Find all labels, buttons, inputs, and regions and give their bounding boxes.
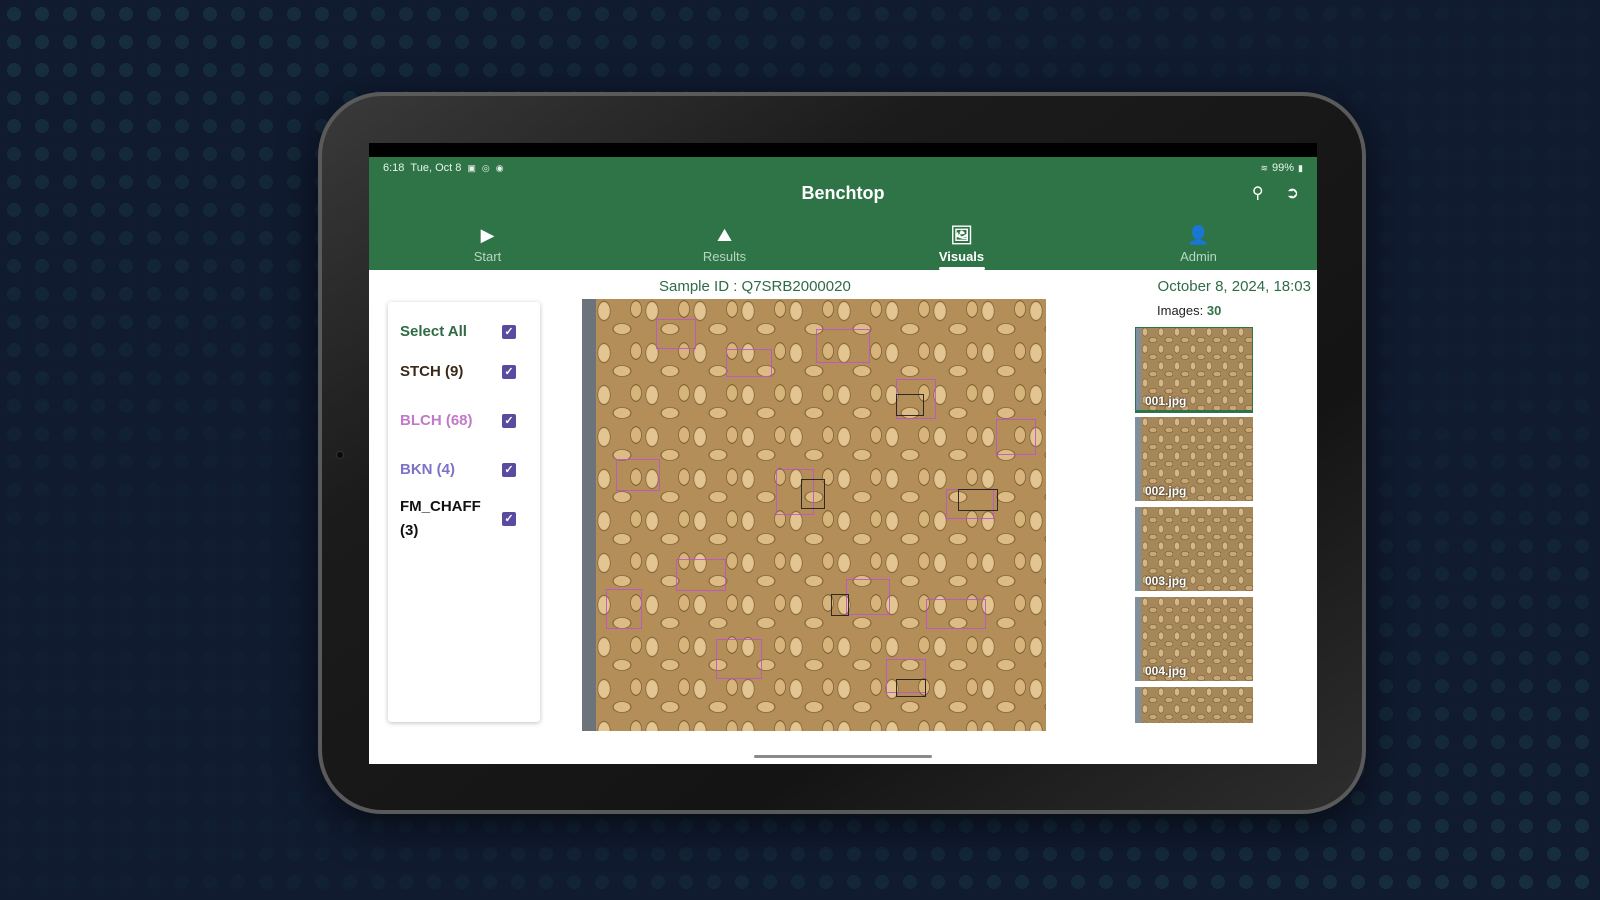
detection-box <box>996 419 1036 455</box>
target-notification-icon: ◉ <box>495 162 504 173</box>
detection-box <box>831 594 849 616</box>
sample-id: Sample ID : Q7SRB2000020 <box>659 278 851 295</box>
detection-box <box>606 589 642 629</box>
annotated-grain-image[interactable] <box>582 299 1046 731</box>
person-icon: 👤 <box>1187 225 1210 245</box>
filter-row-blch[interactable]: BLCH (68) ✓ <box>400 392 528 450</box>
filter-row-select-all[interactable]: Select All ✓ <box>400 312 528 352</box>
sample-id-value: Q7SRB2000020 <box>741 278 851 295</box>
detection-box <box>958 489 998 511</box>
detection-box <box>656 319 696 349</box>
filter-row-fm-chaff[interactable]: FM_CHAFF (3) ✓ <box>400 490 528 548</box>
battery-percent: 99% <box>1272 162 1295 174</box>
checkbox-checked-icon[interactable]: ✓ <box>502 325 516 339</box>
status-time: 6:18 <box>383 162 405 174</box>
play-icon: ▶ <box>480 225 495 245</box>
search-icon[interactable]: ⚲ <box>1252 183 1264 203</box>
thumbnail-002[interactable]: 002.jpg <box>1135 417 1253 501</box>
filter-label: Select All <box>400 323 467 340</box>
detection-box <box>726 349 772 377</box>
images-count-value: 30 <box>1206 303 1222 318</box>
detection-box <box>896 679 926 697</box>
thumbnail-005[interactable] <box>1135 687 1253 723</box>
detection-box <box>801 479 825 509</box>
images-count-label: Images: <box>1157 303 1204 318</box>
tablet-screen: 6:18 Tue, Oct 8 ▣ ◎ ◉ ≋ 99% ▮ Benchtop ⚲… <box>369 143 1317 764</box>
detection-box <box>716 639 762 679</box>
gallery-notification-icon: ▣ <box>467 162 476 173</box>
checkbox-checked-icon[interactable]: ✓ <box>502 512 516 526</box>
filter-label: BKN (4) <box>400 461 455 478</box>
sync-notification-icon: ◎ <box>481 162 490 173</box>
tab-start[interactable]: ▶ Start <box>369 219 606 270</box>
tab-results-label: Results <box>702 249 747 264</box>
thumbnail-name: 004.jpg <box>1145 664 1187 678</box>
tab-visuals[interactable]: 🖼 Visuals <box>843 219 1080 270</box>
category-filter-panel: Select All ✓ STCH (9) ✓ BLCH (68) ✓ BKN … <box>388 302 540 722</box>
filter-label: BLCH (68) <box>400 412 473 429</box>
images-count: Images: 30 <box>1157 303 1221 318</box>
tab-admin-label: Admin <box>1180 249 1217 264</box>
chart-icon: ⛰ <box>716 225 733 245</box>
logout-icon[interactable]: ➲ <box>1286 183 1299 203</box>
filter-label: FM_CHAFF (3) <box>400 498 481 539</box>
tab-results[interactable]: ⛰ Results <box>606 219 843 270</box>
tab-visuals-label: Visuals <box>938 249 985 264</box>
thumbnail-name: 002.jpg <box>1145 484 1187 498</box>
filter-row-stch[interactable]: STCH (9) ✓ <box>400 352 528 392</box>
home-indicator[interactable] <box>754 755 932 758</box>
detection-box <box>816 329 870 363</box>
visuals-content: Sample ID : Q7SRB2000020 October 8, 2024… <box>369 270 1317 751</box>
filter-row-bkn[interactable]: BKN (4) ✓ <box>400 450 528 490</box>
tab-admin[interactable]: 👤 Admin <box>1080 219 1317 270</box>
app-title: Benchtop <box>801 183 885 203</box>
thumbnail-name: 001.jpg <box>1145 394 1187 408</box>
detection-box <box>896 394 924 416</box>
status-bar: 6:18 Tue, Oct 8 ▣ ◎ ◉ ≋ 99% ▮ <box>369 157 1317 179</box>
battery-icon: ▮ <box>1298 162 1303 173</box>
detection-box <box>616 459 660 491</box>
detection-box <box>846 579 890 615</box>
checkbox-checked-icon[interactable]: ✓ <box>502 365 516 379</box>
thumbnail-003[interactable]: 003.jpg <box>1135 507 1253 591</box>
wifi-icon: ≋ <box>1260 162 1269 173</box>
checkbox-checked-icon[interactable]: ✓ <box>502 414 516 428</box>
detection-box <box>926 599 986 629</box>
tab-start-label: Start <box>473 249 502 264</box>
thumbnail-name: 003.jpg <box>1145 574 1187 588</box>
detection-box <box>676 559 726 591</box>
status-date: Tue, Oct 8 <box>410 162 462 174</box>
checkbox-checked-icon[interactable]: ✓ <box>502 463 516 477</box>
camera-dot <box>336 451 344 459</box>
sample-datetime: October 8, 2024, 18:03 <box>1157 278 1311 295</box>
sample-id-label: Sample ID : <box>659 278 738 295</box>
thumbnail-list[interactable]: 001.jpg 002.jpg 003.jpg 004.jpg <box>1135 327 1253 723</box>
filter-label: STCH (9) <box>400 363 464 380</box>
image-icon: 🖼 <box>950 225 973 245</box>
gesture-nav-bar <box>369 751 1317 764</box>
app-bar: 6:18 Tue, Oct 8 ▣ ◎ ◉ ≋ 99% ▮ Benchtop ⚲… <box>369 157 1317 270</box>
thumbnail-001[interactable]: 001.jpg <box>1135 327 1253 413</box>
thumbnail-004[interactable]: 004.jpg <box>1135 597 1253 681</box>
tab-bar: ▶ Start ⛰ Results 🖼 Visuals 👤 Admin <box>369 219 1317 270</box>
